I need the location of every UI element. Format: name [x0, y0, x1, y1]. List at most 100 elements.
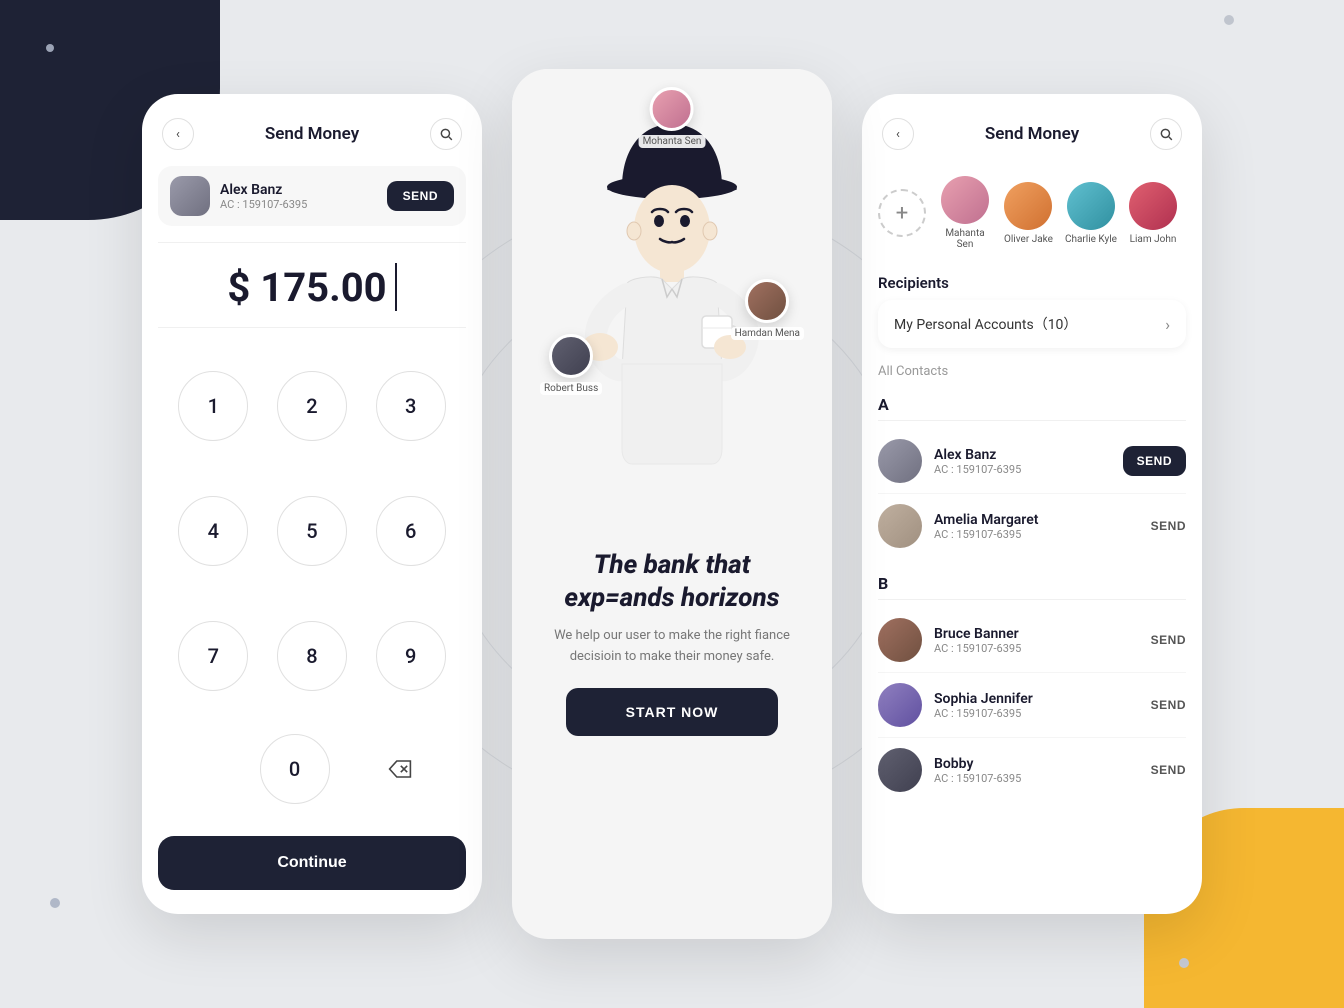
continue-button[interactable]: Continue	[158, 836, 466, 890]
qc-avatar-3	[1067, 182, 1115, 230]
key-1[interactable]: 1	[178, 371, 248, 441]
key-8[interactable]: 8	[277, 621, 347, 691]
welcome-content: The bank that exp=ands horizons We help …	[512, 529, 832, 939]
key-6[interactable]: 6	[376, 496, 446, 566]
bg-dot-tl	[46, 44, 54, 52]
all-contacts-label: All Contacts	[862, 360, 1202, 387]
key-2[interactable]: 2	[277, 371, 347, 441]
sophia-send-button[interactable]: SEND	[1151, 698, 1186, 712]
key-5[interactable]: 5	[277, 496, 347, 566]
quick-contact-3[interactable]: Charlie Kyle	[1065, 182, 1117, 245]
quick-contact-2[interactable]: Oliver Jake	[1004, 182, 1053, 245]
contact-row-sophia: Sophia Jennifer AC : 159107-6395 SEND	[878, 673, 1186, 737]
send-button-small[interactable]: SEND	[387, 181, 454, 211]
robert-img	[549, 334, 593, 378]
hamdan-name: Hamdan Mena	[731, 327, 804, 340]
key-7[interactable]: 7	[178, 621, 248, 691]
alpha-divider-b	[878, 599, 1186, 600]
start-now-button[interactable]: START NOW	[566, 688, 779, 736]
quick-contact-1[interactable]: Mahanta Sen	[938, 176, 992, 250]
cards-container: ‹ Send Money Alex Banz AC : 159107-6395 …	[60, 60, 1284, 948]
amelia-name: Amelia Margaret	[934, 512, 1139, 528]
welcome-subtitle: We help our user to make the right fianc…	[552, 626, 792, 668]
avatar-robert: Robert Buss	[540, 334, 602, 395]
search-button-1[interactable]	[430, 118, 462, 150]
bruce-info: Bruce Banner AC : 159107-6395	[934, 626, 1139, 655]
recipient-info: Alex Banz AC : 159107-6395	[220, 182, 377, 211]
qc-avatar-2	[1004, 182, 1052, 230]
amount-value: $ 175.00	[227, 264, 386, 311]
back-button-3[interactable]: ‹	[882, 118, 914, 150]
key-0[interactable]: 0	[260, 734, 330, 804]
qc-name-1: Mahanta Sen	[938, 228, 992, 250]
alex-name: Alex Banz	[934, 447, 1111, 463]
qc-avatar-4	[1129, 182, 1177, 230]
back-button-1[interactable]: ‹	[162, 118, 194, 150]
bobby-avatar	[878, 748, 922, 792]
bruce-send-button[interactable]: SEND	[1151, 633, 1186, 647]
bruce-name: Bruce Banner	[934, 626, 1139, 642]
figure-container: Mohanta Sen Robert Buss Hamdan Mena	[512, 69, 832, 529]
card3-title: Send Money	[985, 124, 1079, 144]
quick-contact-4[interactable]: Liam John	[1129, 182, 1177, 245]
robert-name: Robert Buss	[540, 382, 602, 395]
bobby-name: Bobby	[934, 756, 1139, 772]
mohanta-name: Mohanta Sen	[639, 135, 706, 148]
card-welcome: Mohanta Sen Robert Buss Hamdan Mena The …	[512, 69, 832, 939]
welcome-illustration: Mohanta Sen Robert Buss Hamdan Mena	[512, 69, 832, 529]
contact-row-alex: Alex Banz AC : 159107-6395 SEND	[878, 429, 1186, 493]
card-keypad: ‹ Send Money Alex Banz AC : 159107-6395 …	[142, 94, 482, 914]
card-contacts: ‹ Send Money + Mahanta Sen Oliver Jake C…	[862, 94, 1202, 914]
recipient-name: Alex Banz	[220, 182, 377, 198]
amelia-ac: AC : 159107-6395	[934, 528, 1139, 541]
bobby-send-button[interactable]: SEND	[1151, 763, 1186, 777]
bg-dot-tr	[1224, 15, 1234, 25]
alex-send-button[interactable]: SEND	[1123, 446, 1186, 476]
avatar-mohanta: Mohanta Sen	[639, 87, 706, 148]
key-4[interactable]: 4	[178, 496, 248, 566]
add-contact-button[interactable]: +	[878, 189, 926, 237]
card1-title: Send Money	[265, 124, 359, 144]
quick-contacts-row: + Mahanta Sen Oliver Jake Charlie Kyle L…	[862, 166, 1202, 266]
alpha-header-b: B	[878, 566, 1186, 599]
personal-accounts-text: My Personal Accounts（10）	[894, 314, 1077, 334]
key-3[interactable]: 3	[376, 371, 446, 441]
alpha-divider-a	[878, 420, 1186, 421]
mohanta-img	[650, 87, 694, 131]
amount-cursor	[395, 263, 397, 311]
key-9[interactable]: 9	[376, 621, 446, 691]
bobby-ac: AC : 159107-6395	[934, 772, 1139, 785]
personal-accounts-row[interactable]: My Personal Accounts（10） ›	[878, 300, 1186, 348]
qc-avatar-1	[941, 176, 989, 224]
alpha-header-a: A	[878, 387, 1186, 420]
avatar-hamdan: Hamdan Mena	[731, 279, 804, 340]
qc-name-2: Oliver Jake	[1004, 234, 1053, 245]
alex-info: Alex Banz AC : 159107-6395	[934, 447, 1111, 476]
contact-row-bruce: Bruce Banner AC : 159107-6395 SEND	[878, 608, 1186, 672]
bobby-info: Bobby AC : 159107-6395	[934, 756, 1139, 785]
contact-row-bobby: Bobby AC : 159107-6395 SEND	[878, 738, 1186, 802]
recipients-label: Recipients	[862, 266, 1202, 300]
bruce-ac: AC : 159107-6395	[934, 642, 1139, 655]
sophia-ac: AC : 159107-6395	[934, 707, 1139, 720]
search-button-3[interactable]	[1150, 118, 1182, 150]
amelia-info: Amelia Margaret AC : 159107-6395	[934, 512, 1139, 541]
qc-name-4: Liam John	[1130, 234, 1177, 245]
keypad-zero-row: 0	[142, 734, 482, 828]
bg-dot-br	[1179, 958, 1189, 968]
contacts-list: A Alex Banz AC : 159107-6395 SEND Amelia…	[862, 387, 1202, 914]
hamdan-img	[745, 279, 789, 323]
amelia-send-button[interactable]: SEND	[1151, 519, 1186, 533]
recipient-avatar	[170, 176, 210, 216]
recipient-row: Alex Banz AC : 159107-6395 SEND	[158, 166, 466, 226]
card1-header: ‹ Send Money	[142, 94, 482, 166]
alex-avatar	[878, 439, 922, 483]
card3-header: ‹ Send Money	[862, 94, 1202, 166]
alex-ac: AC : 159107-6395	[934, 463, 1111, 476]
recipient-ac: AC : 159107-6395	[220, 198, 377, 211]
amount-display: $ 175.00	[142, 243, 482, 327]
key-backspace[interactable]	[365, 734, 435, 804]
chevron-right-icon: ›	[1165, 315, 1170, 334]
amelia-avatar	[878, 504, 922, 548]
keypad-grid: 1 2 3 4 5 6 7 8 9	[142, 328, 482, 734]
